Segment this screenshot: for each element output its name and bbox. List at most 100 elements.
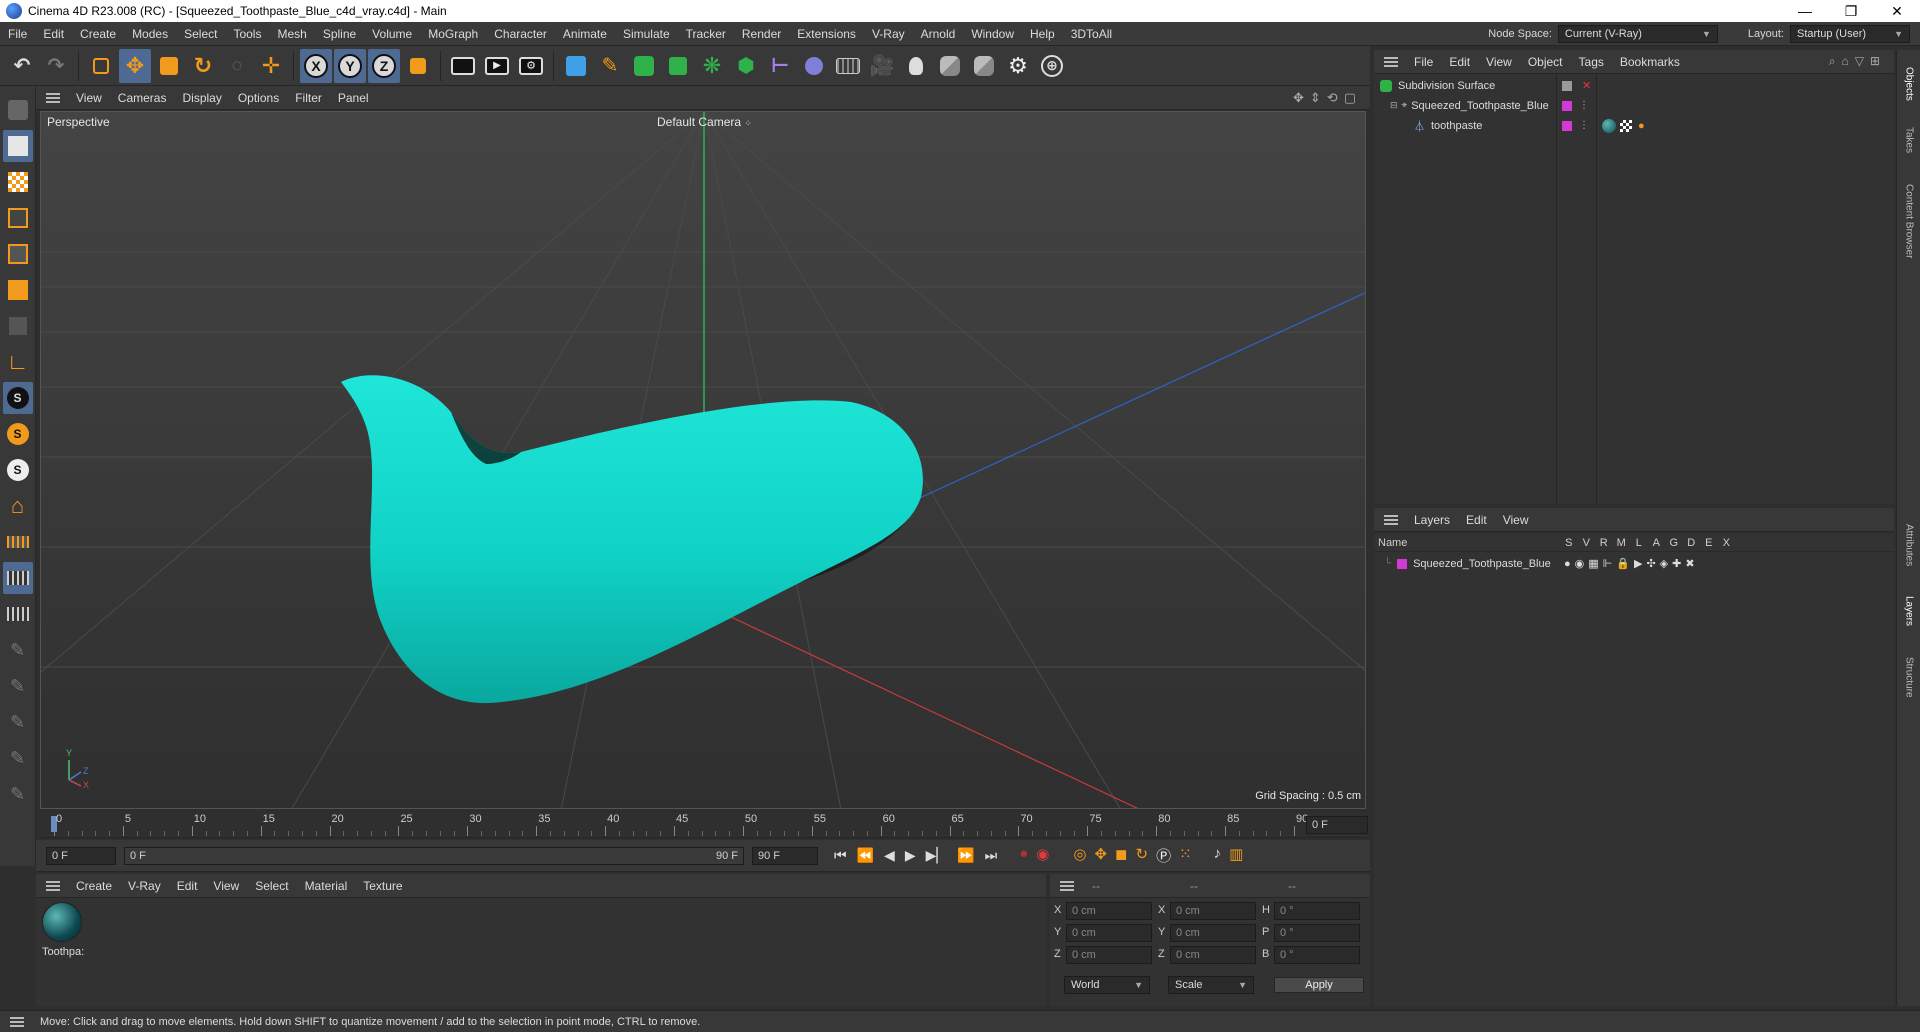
coordinates-hamburger-icon[interactable] [1060,880,1074,891]
tree-row-toothpaste[interactable]: ⏃ toothpaste ⋮ ● [1374,116,1894,135]
menu-character[interactable]: Character [486,27,555,41]
manager-icon[interactable]: ⊩ [1603,558,1617,570]
close-button[interactable]: ✕ [1874,0,1920,22]
material-menu-vray[interactable]: V-Ray [120,879,169,893]
menu-file[interactable]: File [0,27,35,41]
menu-volume[interactable]: Volume [364,27,420,41]
grid-button[interactable] [2,562,33,594]
3d-viewport[interactable]: Perspective Default Camera ⁘ Y Z X Grid … [40,111,1366,809]
animation-icon[interactable]: ▶ [1634,558,1646,570]
coord-value-field[interactable]: 0 cm [1066,924,1152,942]
uvw-tag-icon[interactable] [1620,119,1632,132]
layer-color-swatch[interactable] [1562,120,1572,131]
tweak-button[interactable]: ⌂ [3,490,33,522]
object-menu-file[interactable]: File [1406,55,1441,69]
layer-column-header[interactable]: X [1718,537,1736,549]
deformer-button[interactable]: ⊢ [764,49,796,83]
key-parameter-icon[interactable]: Ⓟ [1156,845,1171,866]
settings-button[interactable]: ⚙ [1002,49,1034,83]
paint-tool-button-3[interactable]: ✎ [3,706,33,738]
spline-pen-button[interactable]: ✎ [594,49,626,83]
timeline-window-icon[interactable]: ▥ [1229,845,1243,866]
material-hamburger-icon[interactable] [46,880,60,891]
visibility-dots-icon[interactable]: ⋮ [1579,100,1589,111]
record-icon[interactable]: ● [1019,845,1028,866]
add-panel-icon[interactable]: ⊞ [1870,54,1886,68]
menu-spline[interactable]: Spline [315,27,364,41]
axis-mode-button[interactable]: ∟ [3,346,33,378]
tab-layers[interactable]: Layers [1899,586,1919,636]
layer-column-header[interactable]: V [1578,537,1596,549]
pan-icon[interactable]: ✥ [1293,90,1310,105]
viewport-menu-panel[interactable]: Panel [330,91,377,105]
object-menu-view[interactable]: View [1478,55,1520,69]
render-view-button[interactable] [447,49,479,83]
field-button[interactable] [798,49,830,83]
disable-x-icon[interactable]: ✕ [1582,79,1591,92]
end-frame-field[interactable]: 90 F [752,846,818,865]
material-thumbnail[interactable]: Toothpa: [42,902,84,962]
render-icon[interactable]: ▦ [1588,558,1602,570]
next-key-icon[interactable]: ⏩ [957,847,974,864]
layer-color-swatch[interactable] [1397,558,1408,569]
viewport-menu-cameras[interactable]: Cameras [110,91,175,105]
layer-column-header[interactable]: S [1560,537,1578,549]
y-axis-lock-button[interactable]: Y [334,48,366,83]
coord-value-field[interactable]: 0 ° [1274,924,1360,942]
snap-settings-button[interactable]: S [3,418,33,450]
object-menu-bookmarks[interactable]: Bookmarks [1612,55,1688,69]
paint-tool-button-2[interactable]: ✎ [3,670,33,702]
coord-value-field[interactable]: 0 cm [1170,924,1256,942]
play-icon[interactable]: ▶ [905,847,916,864]
key-scale-icon[interactable]: ◼ [1115,845,1127,866]
coordinate-system-button[interactable] [402,49,434,83]
menu-simulate[interactable]: Simulate [615,27,678,41]
points-mode-button[interactable] [3,202,33,234]
globe-button[interactable]: ⊕ [1036,49,1068,83]
cube-object-button[interactable] [560,49,592,83]
object-menu-tags[interactable]: Tags [1571,55,1612,69]
visibility-dots-icon[interactable]: ⋮ [1579,120,1589,131]
layer-column-header[interactable]: R [1595,537,1613,549]
next-frame-icon[interactable]: ▶▏ [926,847,948,864]
coord-value-field[interactable]: 0 cm [1170,946,1256,964]
layer-column-header[interactable]: D [1683,537,1701,549]
layer-column-header[interactable]: M [1613,537,1631,549]
home-icon[interactable]: ⌂ [1841,54,1854,68]
apply-button[interactable]: Apply [1274,977,1364,993]
coord-value-field[interactable]: 0 ° [1274,946,1360,964]
maximize-view-icon[interactable]: ▢ [1344,90,1362,105]
prev-frame-icon[interactable]: ◀ [884,847,895,864]
expressions-icon[interactable]: ✚ [1672,558,1685,570]
snap-button[interactable]: S [2,382,33,414]
material-menu-view[interactable]: View [205,879,247,893]
menu-create[interactable]: Create [72,27,124,41]
go-to-end-icon[interactable]: ⏭ [985,847,998,864]
workplane-button[interactable] [3,526,33,558]
menu-help[interactable]: Help [1022,27,1063,41]
cloner-button[interactable]: ❋ [696,49,728,83]
tree-row-squeezed-toothpaste[interactable]: ⊟ ⌖ Squeezed_Toothpaste_Blue ⋮ [1374,96,1894,115]
editor-toggle-icon[interactable] [1562,80,1572,91]
lock-icon[interactable]: 🔒 [1616,558,1634,570]
subdivision-surface-button[interactable] [628,49,660,83]
material-menu-material[interactable]: Material [297,879,356,893]
key-rotation-icon[interactable]: ↻ [1135,845,1148,866]
coordinate-space-select[interactable]: World ▼ [1064,976,1150,994]
render-picture-viewer-button[interactable]: ▶ [481,49,513,83]
move-tool-button[interactable]: ✥ [119,48,151,83]
layer-color-swatch[interactable] [1562,100,1572,111]
material-menu-texture[interactable]: Texture [355,879,410,893]
menu-mograph[interactable]: MoGraph [420,27,486,41]
texture-mode-button[interactable] [3,166,33,198]
layout-select[interactable]: Startup (User) ▼ [1790,24,1910,43]
paint-tool-button-5[interactable]: ✎ [3,778,33,810]
tree-expand-icon[interactable]: ⊟ [1390,100,1398,111]
layer-column-header[interactable]: E [1700,537,1718,549]
menu-3dtoall[interactable]: 3DToAll [1063,27,1120,41]
minimize-button[interactable]: — [1782,0,1828,22]
extrude-generator-button[interactable] [662,49,694,83]
light-button[interactable] [900,49,932,83]
current-frame-field[interactable]: 0 F [1306,816,1368,834]
generators-icon[interactable]: ✣ [1646,558,1659,570]
